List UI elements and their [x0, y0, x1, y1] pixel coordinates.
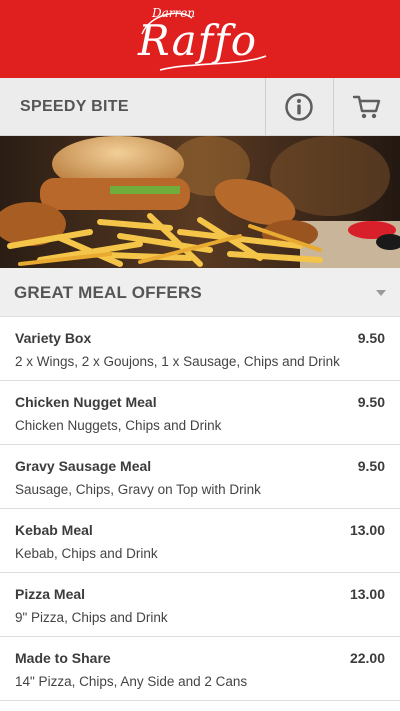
item-price: 9.50 — [357, 394, 385, 410]
item-name: Kebab Meal — [15, 522, 93, 538]
info-icon — [285, 92, 313, 121]
item-name: Pizza Meal — [15, 586, 86, 602]
item-name: Made to Share — [15, 650, 111, 666]
item-description: Kebab, Chips and Drink — [15, 546, 158, 561]
menu-item[interactable]: Made to Share 22.00 14" Pizza, Chips, An… — [0, 637, 400, 701]
item-price: 9.50 — [357, 458, 385, 474]
brand-logo[interactable]: Darren Raffo — [130, 4, 270, 76]
item-description: Sausage, Chips, Gravy on Top with Drink — [15, 482, 261, 497]
item-description: 2 x Wings, 2 x Goujons, 1 x Sausage, Chi… — [15, 354, 340, 369]
menu-item[interactable]: Variety Box 9.50 2 x Wings, 2 x Goujons,… — [0, 317, 400, 381]
menu-item[interactable]: Chicken Nugget Meal 9.50 Chicken Nuggets… — [0, 381, 400, 445]
logo-main-text: Raffo — [138, 16, 258, 65]
chevron-down-icon — [376, 290, 386, 296]
item-description: Chicken Nuggets, Chips and Drink — [15, 418, 222, 433]
item-name: Chicken Nugget Meal — [15, 394, 157, 410]
item-name: Variety Box — [15, 330, 92, 346]
item-price: 22.00 — [349, 650, 385, 666]
store-name: SPEEDY BITE — [20, 98, 129, 115]
item-description: 14" Pizza, Chips, Any Side and 2 Cans — [15, 674, 248, 689]
hero-food-image — [0, 136, 400, 268]
item-price: 13.00 — [349, 522, 385, 538]
store-navbar: SPEEDY BITE — [0, 78, 400, 136]
item-description: 9" Pizza, Chips and Drink — [15, 610, 168, 625]
item-name: Gravy Sausage Meal — [15, 458, 152, 474]
cart-icon — [352, 95, 381, 118]
menu-item[interactable]: Kebab Meal 13.00 Kebab, Chips and Drink — [0, 509, 400, 573]
item-price: 9.50 — [357, 330, 385, 346]
food-photo — [0, 136, 400, 268]
brand-header: Darren Raffo — [0, 0, 400, 78]
info-button[interactable] — [265, 78, 332, 135]
menu-list: Variety Box 9.50 2 x Wings, 2 x Goujons,… — [0, 317, 400, 701]
menu-item[interactable]: Pizza Meal 13.00 9" Pizza, Chips and Dri… — [0, 573, 400, 637]
section-header-great-meal-offers[interactable]: GREAT MEAL OFFERS — [0, 268, 400, 317]
cart-button[interactable] — [333, 78, 400, 135]
menu-item[interactable]: Gravy Sausage Meal 9.50 Sausage, Chips, … — [0, 445, 400, 509]
item-price: 13.00 — [349, 586, 385, 602]
section-title: GREAT MEAL OFFERS — [14, 283, 202, 302]
